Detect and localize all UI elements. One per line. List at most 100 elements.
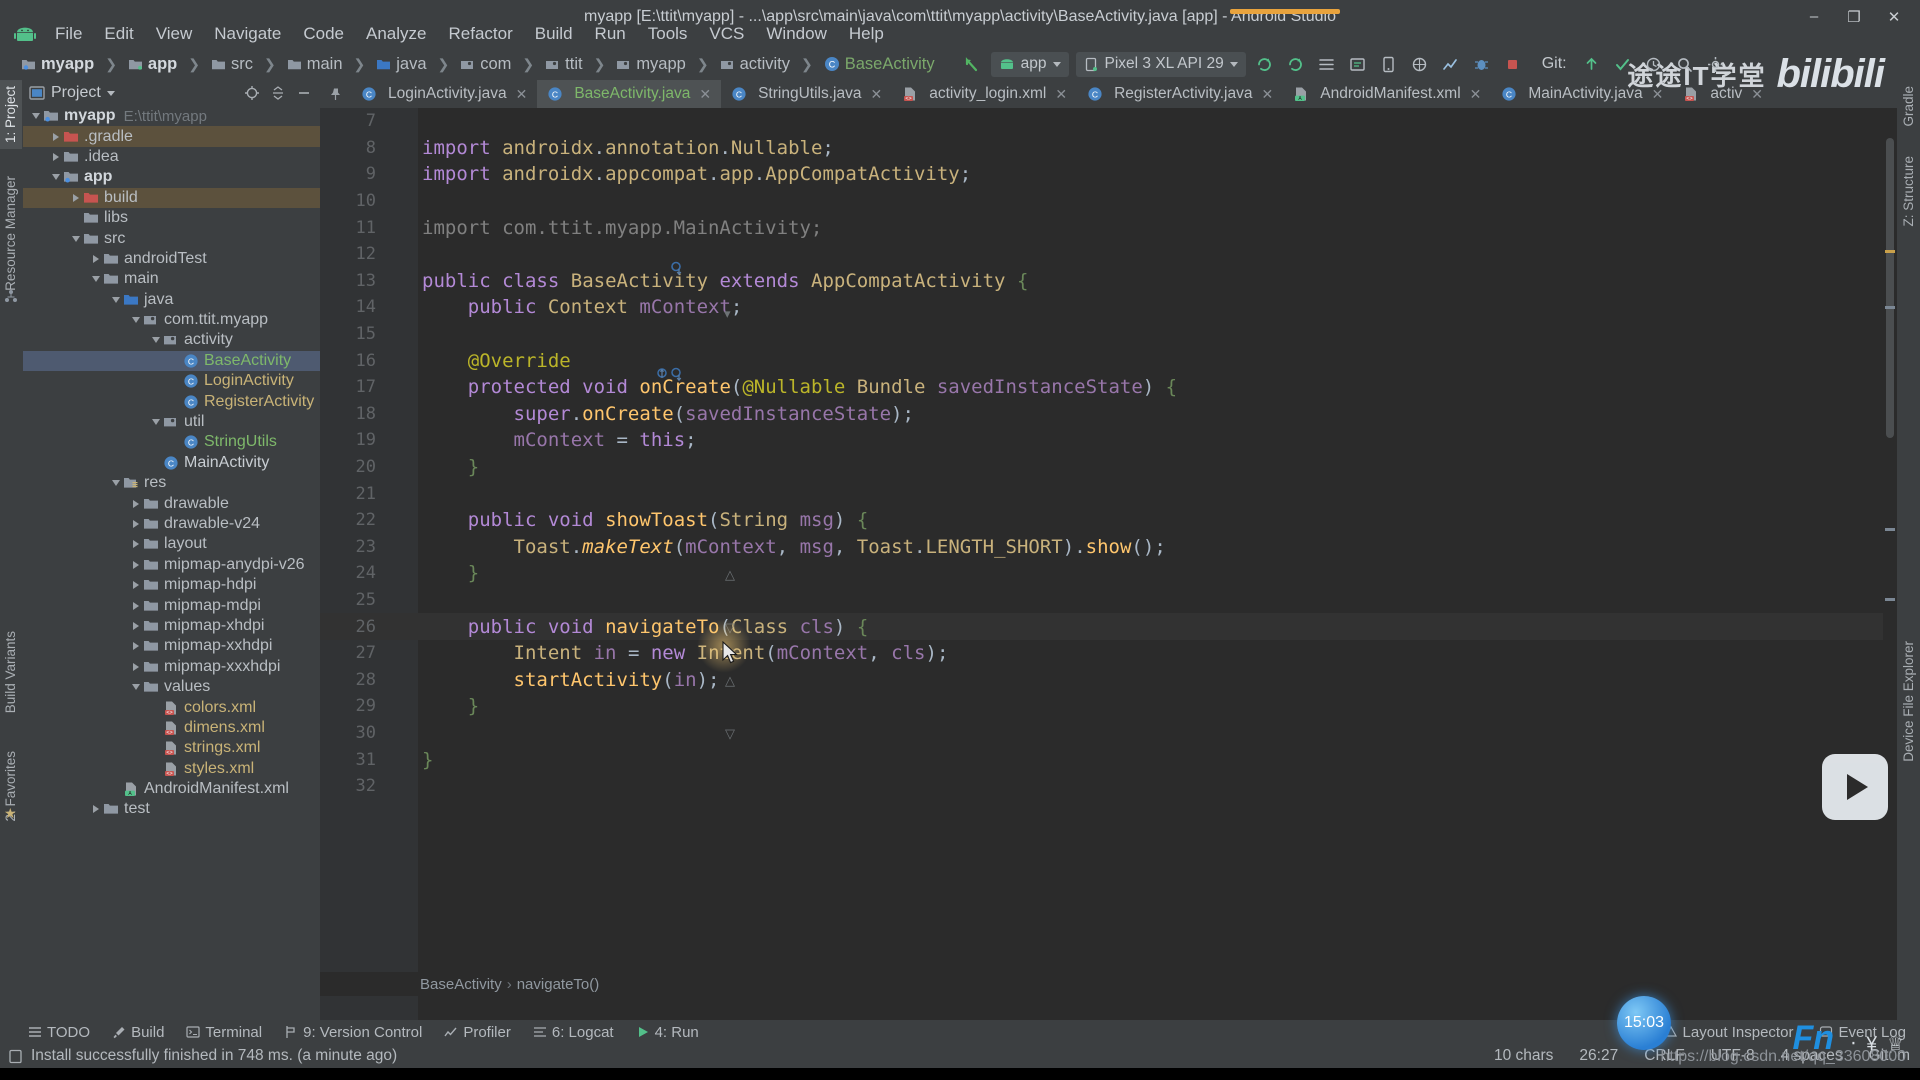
code-line[interactable]: 10 xyxy=(320,188,1897,215)
chevron-down-icon[interactable] xyxy=(129,314,142,327)
sync-project-icon[interactable] xyxy=(1253,52,1277,76)
tree-row[interactable]: mipmap-mdpi xyxy=(23,595,320,615)
sidebar-item-project[interactable]: 1: Project xyxy=(0,80,22,150)
scroll-from-source-icon[interactable] xyxy=(242,83,262,103)
sdk-manager-icon[interactable] xyxy=(1346,52,1370,76)
fold-marker-icon[interactable]: △ xyxy=(725,567,735,583)
tree-row[interactable]: java xyxy=(23,290,320,310)
code-line[interactable]: 9 import androidx.appcompat.app.AppCompat… xyxy=(320,161,1897,188)
run-configuration-selector[interactable]: app xyxy=(990,51,1069,77)
menu-run[interactable]: Run xyxy=(584,20,637,48)
code-line[interactable]: 14 public Context mContext; xyxy=(320,294,1897,321)
chevron-right-icon[interactable] xyxy=(89,252,102,265)
chevron-down-icon[interactable] xyxy=(29,110,42,123)
chevron-down-icon[interactable] xyxy=(109,477,122,490)
tree-row[interactable]: androidTest xyxy=(23,249,320,269)
vcs-history-icon[interactable] xyxy=(1642,52,1666,76)
close-button[interactable]: ✕ xyxy=(1874,0,1914,33)
tree-row[interactable]: C RegisterActivity xyxy=(23,391,320,411)
tree-row[interactable]: <> dimens.xml xyxy=(23,718,320,738)
tree-row[interactable]: myapp E:\ttit\myapp xyxy=(23,106,320,126)
tool-window-logcat[interactable]: 6: Logcat xyxy=(533,1024,614,1041)
layout-inspector-icon[interactable] xyxy=(1408,52,1432,76)
code-line[interactable]: 18 super.onCreate(savedInstanceState); xyxy=(320,401,1897,428)
nav-crumb-activity[interactable]: activity xyxy=(717,54,793,75)
tool-window-version-control[interactable]: 9: Version Control xyxy=(284,1024,422,1041)
chevron-right-icon[interactable] xyxy=(129,538,142,551)
sidebar-item-gradle[interactable]: Gradle xyxy=(1897,80,1920,133)
nav-crumb-myapp-pkg[interactable]: myapp xyxy=(613,54,689,75)
tree-row[interactable]: .idea xyxy=(23,147,320,167)
breadcrumb-method[interactable]: navigateTo() xyxy=(517,976,600,993)
editor-tab[interactable]: C MainActivity.java ✕ xyxy=(1491,80,1673,108)
tree-row[interactable]: .gradle xyxy=(23,126,320,147)
close-tab-icon[interactable]: ✕ xyxy=(516,86,528,103)
device-selector[interactable]: Pixel 3 XL API 29 xyxy=(1075,51,1246,77)
tree-row[interactable]: mipmap-xxxhdpi xyxy=(23,657,320,677)
nav-crumb-main[interactable]: main xyxy=(284,54,346,75)
nav-crumb-baseactivity[interactable]: C BaseActivity xyxy=(821,54,938,75)
tool-window-layout-inspector[interactable]: Layout Inspector xyxy=(1664,1024,1793,1041)
chevron-right-icon[interactable] xyxy=(69,191,82,204)
back-arrow-icon[interactable] xyxy=(960,52,984,76)
chevron-right-icon[interactable] xyxy=(129,579,142,592)
code-line[interactable]: 16 @Override xyxy=(320,347,1897,374)
close-tab-icon[interactable]: ✕ xyxy=(1652,86,1664,103)
menu-code[interactable]: Code xyxy=(292,20,355,48)
editor-tab-bar[interactable]: C LoginActivity.java ✕ C BaseActivity.java ✕ C… xyxy=(320,80,1897,108)
code-line[interactable]: 27 Intent in = new Intent(mContext, cls)… xyxy=(320,640,1897,667)
menu-refactor[interactable]: Refactor xyxy=(437,20,523,48)
tree-row[interactable]: <> styles.xml xyxy=(23,759,320,779)
status-message-group[interactable]: Install successfully finished in 748 ms.… xyxy=(8,1047,397,1065)
tree-row[interactable]: src xyxy=(23,228,320,248)
code-lines[interactable]: 7 8 import androidx.annotation.Nullable; 9 i… xyxy=(320,108,1897,972)
collapse-all-icon[interactable] xyxy=(268,83,288,103)
close-tab-icon[interactable]: ✕ xyxy=(1262,86,1274,103)
tool-window-run[interactable]: 4: Run xyxy=(636,1024,699,1041)
chevron-down-icon[interactable] xyxy=(149,416,162,429)
implemented-marker-icon[interactable] xyxy=(670,260,684,280)
sidebar-item-structure[interactable]: Z: Structure xyxy=(1897,150,1920,233)
chevron-down-icon[interactable] xyxy=(129,681,142,694)
chevron-right-icon[interactable] xyxy=(89,803,102,816)
code-line[interactable]: 8 import androidx.annotation.Nullable; xyxy=(320,135,1897,162)
menu-file[interactable]: File xyxy=(44,20,93,48)
chevron-down-icon[interactable] xyxy=(149,334,162,347)
menu-build[interactable]: Build xyxy=(524,20,584,48)
avd-icon[interactable] xyxy=(1377,52,1401,76)
tree-row[interactable]: drawable-v24 xyxy=(23,514,320,534)
code-line[interactable]: 7 xyxy=(320,108,1897,135)
nav-crumb-ttit[interactable]: ttit xyxy=(542,54,585,75)
sidebar-item-device-file-explorer[interactable]: Device File Explorer xyxy=(1897,635,1920,768)
chevron-right-icon[interactable] xyxy=(129,660,142,673)
code-line[interactable]: 22 public void showToast(String msg) { xyxy=(320,507,1897,534)
chevron-right-icon[interactable] xyxy=(129,619,142,632)
chevron-down-icon[interactable] xyxy=(49,171,62,184)
close-tab-icon[interactable]: ✕ xyxy=(699,86,711,103)
tree-row[interactable]: <> colors.xml xyxy=(23,697,320,717)
tree-row[interactable]: mipmap-xxhdpi xyxy=(23,636,320,656)
menu-navigate[interactable]: Navigate xyxy=(203,20,292,48)
fold-marker-icon[interactable]: ▾ xyxy=(724,306,731,322)
code-line[interactable]: 21 xyxy=(320,480,1897,507)
tree-row[interactable]: mipmap-hdpi xyxy=(23,575,320,595)
minimize-button[interactable]: – xyxy=(1794,0,1834,33)
code-line[interactable]: 15 xyxy=(320,321,1897,348)
chevron-right-icon[interactable] xyxy=(129,599,142,612)
editor-tab[interactable]: A AndroidManifest.xml ✕ xyxy=(1283,80,1491,108)
tree-row[interactable]: mipmap-xhdpi xyxy=(23,616,320,636)
structure-strip-icon[interactable] xyxy=(4,288,18,308)
scrollbar-thumb[interactable] xyxy=(1886,138,1894,438)
tree-row[interactable]: res xyxy=(23,473,320,493)
maximize-button[interactable]: ❐ xyxy=(1834,0,1874,33)
menu-help[interactable]: Help xyxy=(838,20,895,48)
tree-row[interactable]: mipmap-anydpi-v26 xyxy=(23,555,320,575)
tree-row[interactable]: C StringUtils xyxy=(23,432,320,452)
override-marker-icon[interactable] xyxy=(656,366,686,386)
editor-tab[interactable]: C BaseActivity.java ✕ xyxy=(537,80,722,108)
tree-row[interactable]: main xyxy=(23,269,320,289)
vcs-commit-icon[interactable] xyxy=(1611,52,1635,76)
tree-row[interactable]: activity xyxy=(23,330,320,350)
tool-window-profiler[interactable]: Profiler xyxy=(444,1024,511,1041)
chevron-down-icon[interactable] xyxy=(106,90,115,96)
